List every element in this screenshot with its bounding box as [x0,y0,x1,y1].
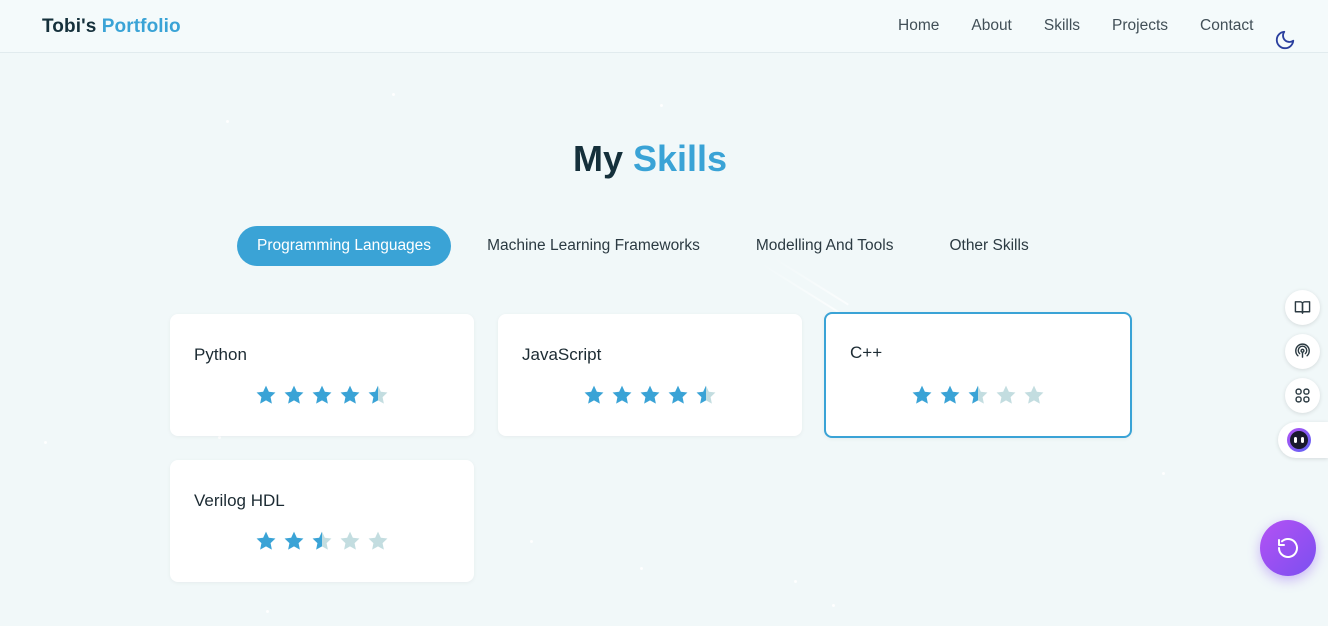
skill-name: JavaScript [522,345,602,364]
book-icon[interactable] [1285,290,1320,325]
star-empty-icon [1024,385,1044,404]
star-empty-icon [340,531,360,550]
nav-skills[interactable]: Skills [1044,17,1080,35]
star-half-icon [968,385,988,404]
moon-icon[interactable] [1274,29,1296,51]
tab-machine-learning-frameworks[interactable]: Machine Learning Frameworks [467,226,720,266]
star-half-icon [696,385,716,404]
star-filled-icon [256,531,276,550]
nav-projects[interactable]: Projects [1112,17,1168,35]
podcast-icon[interactable] [1285,334,1320,369]
title-accent-word: Skills [632,138,728,179]
star-filled-icon [256,385,276,404]
star-empty-icon [368,531,388,550]
star-empty-icon [996,385,1016,404]
title-first-word: My [572,138,623,179]
skill-card[interactable]: JavaScript [498,314,802,436]
skill-card[interactable]: Verilog HDL [170,460,474,582]
nav-contact[interactable]: Contact [1200,17,1253,35]
tab-programming-languages[interactable]: Programming Languages [237,226,452,266]
site-logo[interactable]: Tobi's Portfolio [42,16,181,38]
star-filled-icon [912,385,932,404]
tab-other-skills[interactable]: Other Skills [929,226,1048,266]
skill-rating [826,384,1130,406]
skill-rating [500,384,800,406]
assistant-tab[interactable] [1278,422,1328,458]
main-nav: Home About Skills Projects Contact [898,17,1253,35]
skill-name: Python [194,345,247,364]
star-filled-icon [312,385,332,404]
skill-rating [172,530,472,552]
nav-about[interactable]: About [971,17,1012,35]
tab-modelling-and-tools[interactable]: Modelling And Tools [736,226,914,266]
apps-icon[interactable] [1285,378,1320,413]
skill-rating [172,384,472,406]
skill-name: C++ [850,343,883,362]
skill-name: Verilog HDL [194,491,285,510]
star-filled-icon [612,385,632,404]
skill-card[interactable]: C++ [824,312,1132,438]
skill-card[interactable]: Python [170,314,474,436]
star-filled-icon [284,531,304,550]
star-filled-icon [940,385,960,404]
star-half-icon [368,385,388,404]
star-filled-icon [668,385,688,404]
star-half-icon [312,531,332,550]
refresh-icon [1278,538,1298,558]
logo-first-word: Tobi's [42,16,97,37]
site-header: Tobi's Portfolio Home About Skills Proje… [0,0,1328,53]
star-filled-icon [284,385,304,404]
refresh-button[interactable] [1260,520,1316,576]
assistant-face-icon [1287,428,1311,452]
star-filled-icon [640,385,660,404]
section-title: My Skills [0,138,1300,180]
skill-category-tabs: Programming Languages Machine Learning F… [237,226,1065,266]
logo-second-word: Portfolio [101,16,181,37]
star-filled-icon [340,385,360,404]
nav-home[interactable]: Home [898,17,939,35]
star-filled-icon [584,385,604,404]
